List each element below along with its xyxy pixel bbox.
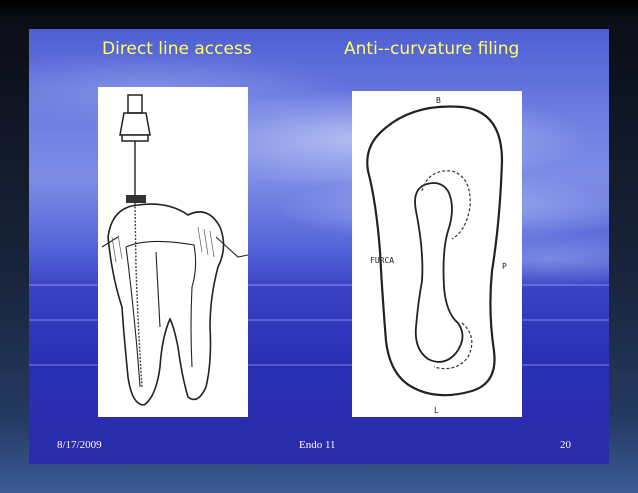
footer-page-number: 20 — [560, 439, 571, 451]
root-cross-section-drawing: B FURCA P L — [352, 91, 522, 417]
label-l: L — [434, 406, 439, 415]
title-direct-line-access: Direct line access — [102, 39, 252, 59]
canal-outline — [414, 182, 464, 363]
file-handle — [127, 94, 143, 114]
tooth-outline — [107, 203, 225, 406]
file-in-canal — [134, 202, 143, 388]
page: Direct line access Anti--curvature filin… — [0, 0, 638, 493]
slide: Direct line access Anti--curvature filin… — [29, 29, 609, 464]
label-b: B — [436, 96, 441, 105]
tooth-drawing-svg — [101, 94, 248, 406]
rubber-stop — [126, 195, 146, 203]
footer-date: 8/17/2009 — [57, 439, 102, 451]
label-p: P — [502, 262, 507, 271]
label-furca: FURCA — [370, 256, 394, 265]
enlarged-canal-dashed — [421, 170, 471, 240]
footer-center-text: Endo 11 — [299, 439, 336, 451]
title-anti-curvature-filing: Anti--curvature filing — [344, 39, 520, 59]
file-holder — [119, 112, 151, 136]
gum-line — [101, 236, 248, 258]
tooth-direct-access-drawing — [98, 87, 248, 417]
file-collar — [121, 134, 149, 142]
cross-section-svg: B FURCA P L — [366, 96, 507, 415]
root-outline — [366, 105, 504, 397]
